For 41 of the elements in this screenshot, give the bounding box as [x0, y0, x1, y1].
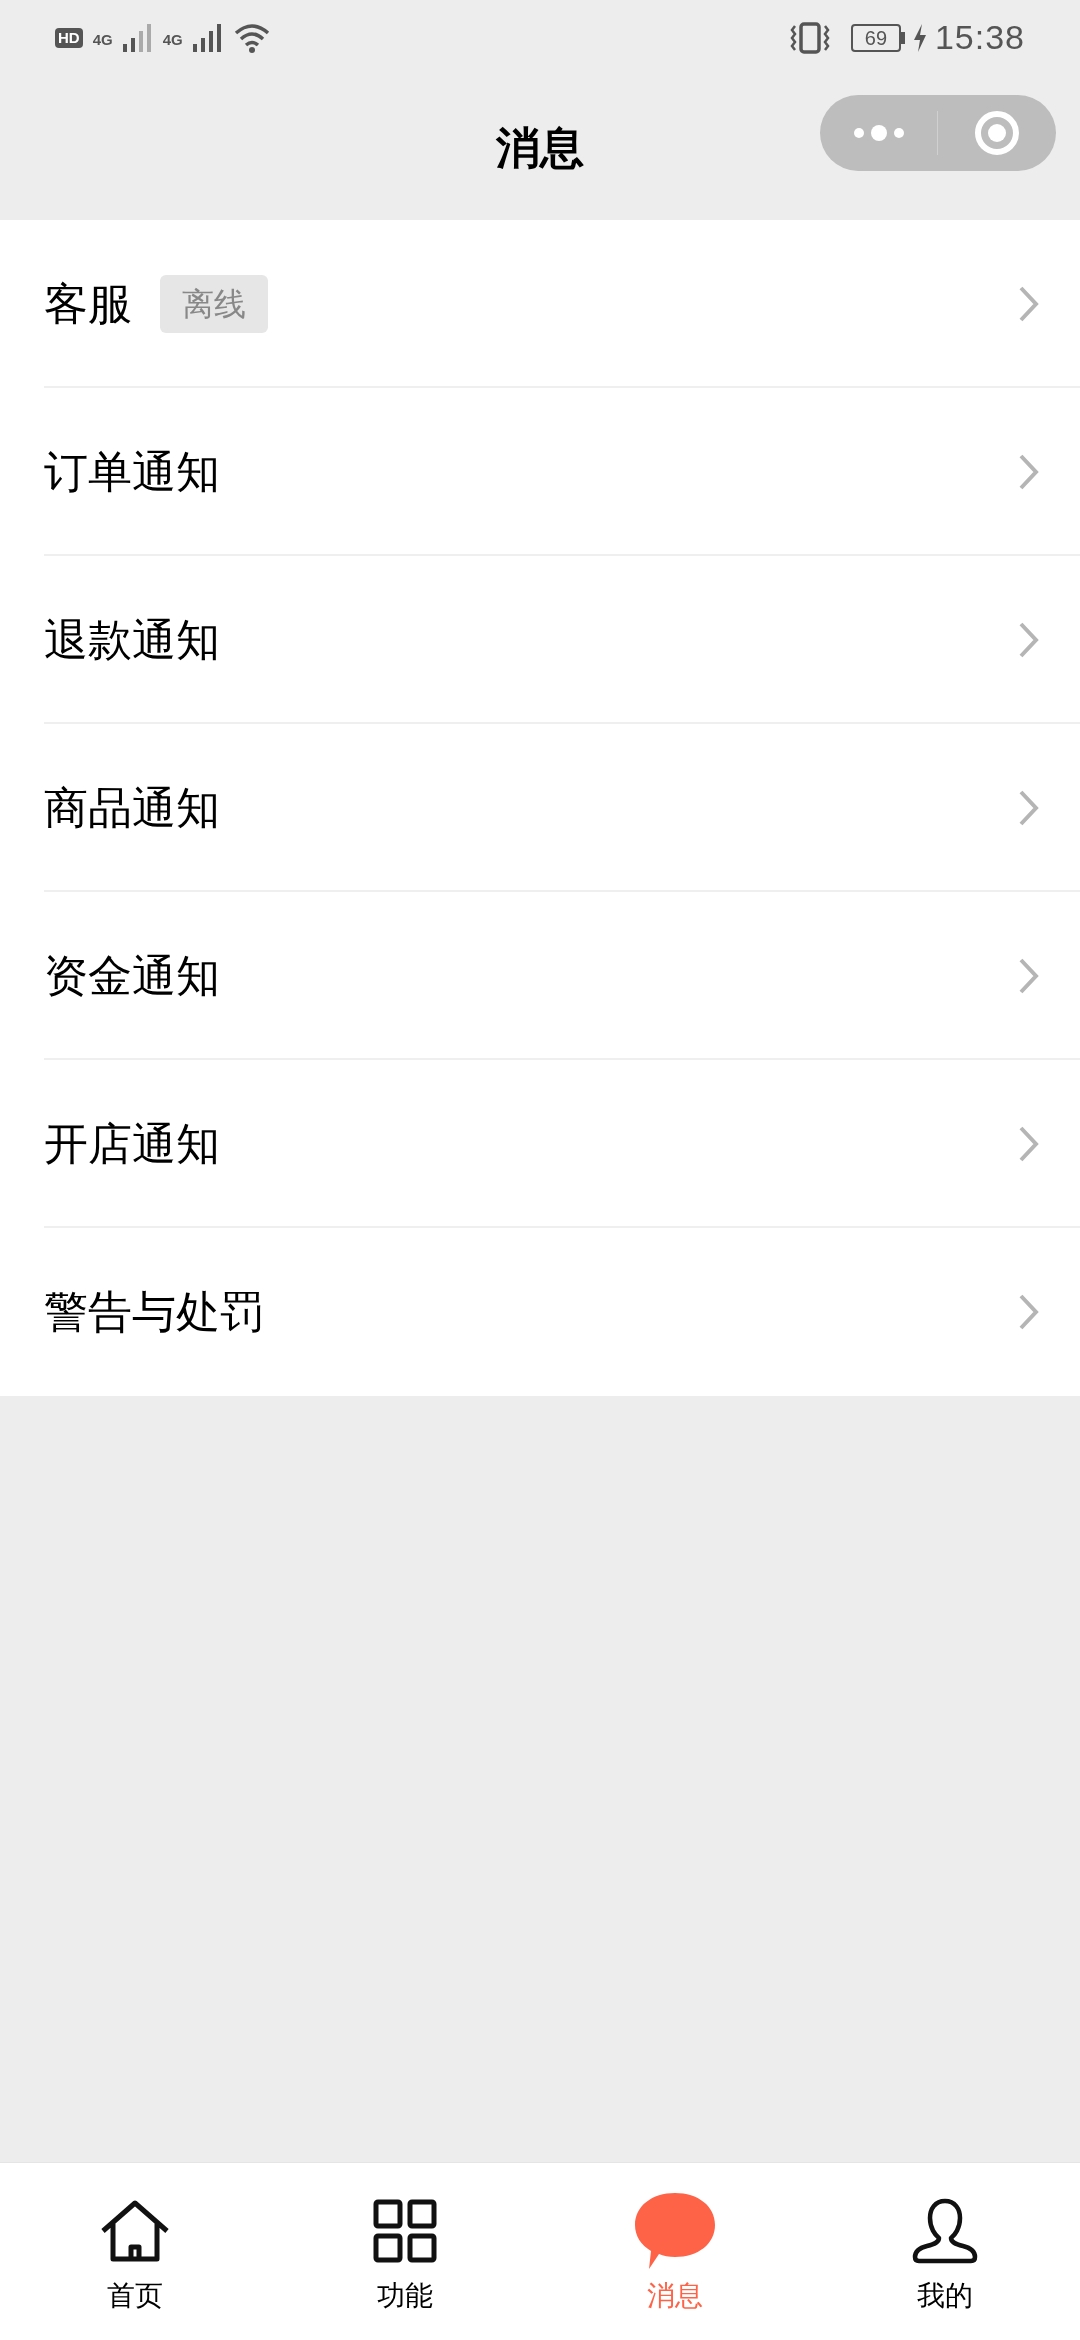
home-icon — [99, 2199, 171, 2263]
category-label: 商品通知 — [44, 782, 220, 834]
chat-bubble-icon — [633, 2191, 717, 2271]
category-label: 开店通知 — [44, 1118, 220, 1170]
status-badge: 离线 — [160, 275, 268, 333]
hd-indicator: HD — [55, 27, 83, 48]
page-title: 消息 — [496, 121, 584, 174]
message-category-row[interactable]: 商品通知 — [0, 724, 1080, 892]
chevron-right-icon — [1018, 453, 1040, 491]
category-label: 警告与处罚 — [44, 1286, 264, 1338]
chevron-right-icon — [1018, 789, 1040, 827]
vibrate-icon — [788, 21, 831, 54]
message-category-row[interactable]: 退款通知 — [0, 556, 1080, 724]
wifi-icon — [232, 22, 271, 53]
category-label: 退款通知 — [44, 614, 220, 666]
message-category-row[interactable]: 订单通知 — [0, 388, 1080, 556]
tab-bar-item[interactable]: 功能 — [270, 2163, 540, 2340]
signal-icon — [192, 23, 223, 52]
message-category-row[interactable]: 客服 离线 — [0, 220, 1080, 388]
category-label: 客服 — [44, 278, 132, 330]
target-icon — [974, 110, 1020, 156]
message-category-row[interactable]: 开店通知 — [0, 1060, 1080, 1228]
tab-bar-item[interactable]: 首页 — [0, 2163, 270, 2340]
network-label: 4G — [92, 29, 113, 50]
person-icon — [911, 2198, 979, 2264]
signal-icon — [122, 23, 153, 52]
battery-level: 69 — [850, 23, 901, 52]
tab-bar-item[interactable]: 我的 — [810, 2163, 1080, 2340]
chevron-right-icon — [1018, 957, 1040, 995]
clock: 15:38 — [934, 17, 1025, 58]
chevron-right-icon — [1018, 285, 1040, 323]
category-label: 资金通知 — [44, 950, 220, 1002]
chevron-right-icon — [1018, 1293, 1040, 1331]
chevron-right-icon — [1018, 1125, 1040, 1163]
chevron-right-icon — [1018, 621, 1040, 659]
message-category-row[interactable]: 资金通知 — [0, 892, 1080, 1060]
category-label: 订单通知 — [44, 446, 220, 498]
network-label: 4G — [162, 29, 183, 50]
grid-icon — [373, 2199, 437, 2263]
charging-icon — [912, 23, 927, 52]
message-category-row[interactable]: 警告与处罚 — [0, 1228, 1080, 1396]
